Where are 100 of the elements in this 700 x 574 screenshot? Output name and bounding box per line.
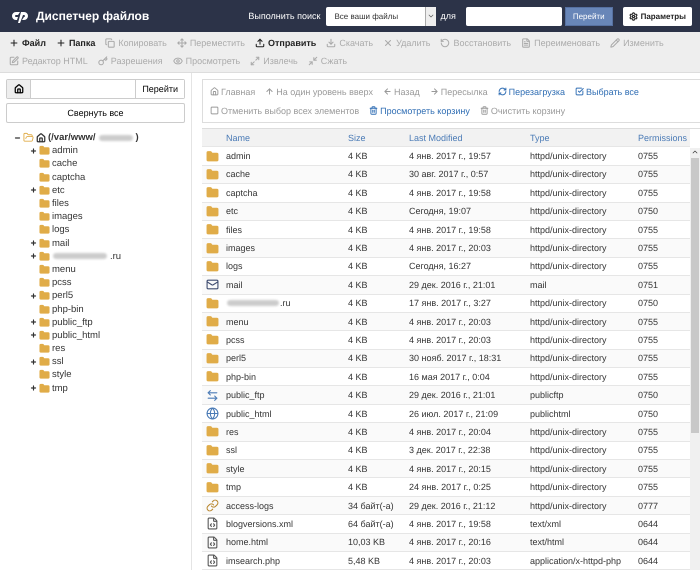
tree-item[interactable]: images: [52, 211, 83, 222]
tree-item[interactable]: menu: [52, 264, 76, 275]
folder-icon: [39, 382, 50, 394]
permissions-cell-text: 0755: [638, 464, 660, 474]
tree-item[interactable]: mail: [52, 238, 70, 249]
size-cell-text: 4 KB: [348, 316, 369, 327]
column-header[interactable]: Permissions: [638, 132, 690, 143]
nav-button[interactable]: Перезагрузка: [492, 86, 570, 96]
tree-item[interactable]: public_ftp: [52, 316, 93, 328]
file-name-cell[interactable]: tmp: [226, 482, 348, 492]
file-name-cell[interactable]: images: [226, 243, 348, 254]
search-field[interactable]: [466, 6, 562, 26]
column-header[interactable]: Type: [530, 132, 638, 143]
file-name-cell[interactable]: menu: [226, 316, 348, 327]
type-cell-text: httpd/unix-directory: [530, 224, 608, 235]
tree-item[interactable]: captcha: [52, 172, 86, 183]
column-header[interactable]: Last Modified: [409, 132, 530, 143]
expand-toggle-icon[interactable]: [30, 331, 37, 340]
folder-icon: [206, 315, 219, 328]
expand-toggle-icon[interactable]: [30, 252, 37, 260]
tree-item[interactable]: res: [52, 343, 66, 354]
tree-item[interactable]: etc: [52, 184, 65, 196]
file-name-cell[interactable]: logs: [226, 261, 348, 272]
scope-select[interactable]: Все ваши файлы: [326, 6, 436, 26]
file-name-cell[interactable]: files: [226, 224, 348, 235]
size-cell-text: 4 KB: [348, 261, 369, 272]
tree-item[interactable]: logs: [52, 224, 70, 236]
file-name-cell[interactable]: home.html: [226, 537, 348, 548]
modified-cell-text: 4 янв. 2017 г., 20:03: [409, 316, 492, 327]
type-cell-text: httpd/unix-directory: [530, 206, 608, 216]
tree-item[interactable]: tmp: [52, 382, 68, 394]
modified-cell-text: 30 нояб. 2017 г., 18:31: [409, 353, 502, 364]
scroll-thumb[interactable]: [691, 158, 699, 433]
tree-item[interactable]: style: [52, 369, 72, 380]
tree-item[interactable]: pcss: [52, 277, 72, 288]
tree-item[interactable]: php-bin: [52, 304, 84, 315]
file-name-cell[interactable]: blogversions.xml: [226, 518, 348, 529]
folder-icon: [206, 186, 219, 200]
modified-cell-text: 4 янв. 2017 г., 19:58: [409, 188, 492, 198]
file-name-cell[interactable]: etc: [226, 206, 348, 216]
tree-item[interactable]: files: [52, 198, 69, 210]
file-name-cell[interactable]: captcha: [226, 188, 348, 198]
blurred-text: [98, 134, 133, 141]
search-go-button[interactable]: Перейти: [564, 6, 613, 26]
toolbar-button[interactable]: Папка: [50, 38, 100, 48]
undo-icon: [440, 38, 450, 48]
tree-item[interactable]: .ru: [110, 250, 122, 262]
file-name-cell[interactable]: ssl: [226, 445, 348, 456]
file-name-cell[interactable]: style: [226, 464, 348, 474]
folder-icon: [206, 204, 219, 218]
tree-item[interactable]: public_html: [52, 330, 100, 341]
column-header[interactable]: Size: [348, 132, 409, 143]
settings-button[interactable]: Параметры: [622, 6, 692, 26]
modified-cell-text: 4 янв. 2017 г., 20:03: [409, 334, 492, 345]
folder-icon: [39, 356, 50, 368]
file-name-cell[interactable]: public_ftp: [226, 390, 348, 400]
folder-icon: [206, 370, 219, 384]
nav-button[interactable]: Выбрать все: [570, 86, 644, 96]
tree-root-label[interactable]: ): [136, 132, 139, 144]
expand-toggle-icon[interactable]: [30, 239, 37, 248]
app-title: Диспетчер файлов: [36, 9, 150, 23]
permissions-cell-text: 0755: [638, 169, 660, 180]
expand-toggle-icon[interactable]: [30, 384, 37, 392]
file-name-cell[interactable]: imsearch.php: [226, 556, 348, 566]
folder-icon: [206, 333, 219, 346]
document-icon: [521, 38, 532, 48]
collapse-all-button[interactable]: Свернуть все: [6, 103, 185, 123]
tree-item[interactable]: perl5: [52, 290, 74, 302]
scroll-up-icon[interactable]: [691, 148, 699, 156]
scrollbar[interactable]: [690, 148, 700, 570]
tree-item[interactable]: admin: [52, 145, 78, 156]
expand-toggle-icon[interactable]: [30, 358, 37, 366]
file-name-cell[interactable]: pcss: [226, 334, 348, 345]
expand-toggle-icon[interactable]: [30, 186, 37, 194]
file-name-cell[interactable]: access-logs: [226, 500, 348, 510]
toolbar-button[interactable]: Отправить: [250, 38, 322, 48]
expand-toggle-icon[interactable]: [30, 318, 37, 326]
file-name-cell[interactable]: php-bin: [226, 372, 348, 382]
file-name-cell[interactable]: admin: [226, 151, 348, 162]
file-name-cell[interactable]: public_html: [226, 408, 348, 419]
type-cell-text: httpd/unix-directory: [530, 243, 608, 254]
toolbar-button[interactable]: Файл: [4, 38, 51, 48]
expand-toggle-icon[interactable]: [30, 146, 37, 155]
column-header[interactable]: Name: [226, 132, 348, 143]
checkbox-icon: [575, 87, 584, 96]
modified-cell-text: 17 янв. 2017 г., 3:27: [409, 298, 492, 308]
expand-icon: [250, 56, 260, 66]
tree-item[interactable]: cache: [52, 158, 78, 170]
tree-root-label[interactable]: (/var/www/: [48, 132, 96, 144]
file-name-cell[interactable]: perl5: [226, 353, 348, 364]
file-name-cell[interactable]: cache: [226, 169, 348, 180]
file-name-cell[interactable]: .ru: [226, 298, 348, 308]
file-name-cell[interactable]: mail: [226, 280, 348, 290]
folder-icon: [39, 343, 50, 354]
expand-toggle-icon[interactable]: [30, 292, 37, 300]
nav-button[interactable]: Просмотреть корзину: [364, 106, 475, 116]
file-name-cell[interactable]: res: [226, 426, 348, 437]
folder-icon: [39, 172, 50, 183]
modified-cell-text: 29 дек. 2016 г., 21:01: [409, 390, 496, 400]
tree-item[interactable]: ssl: [52, 356, 64, 368]
